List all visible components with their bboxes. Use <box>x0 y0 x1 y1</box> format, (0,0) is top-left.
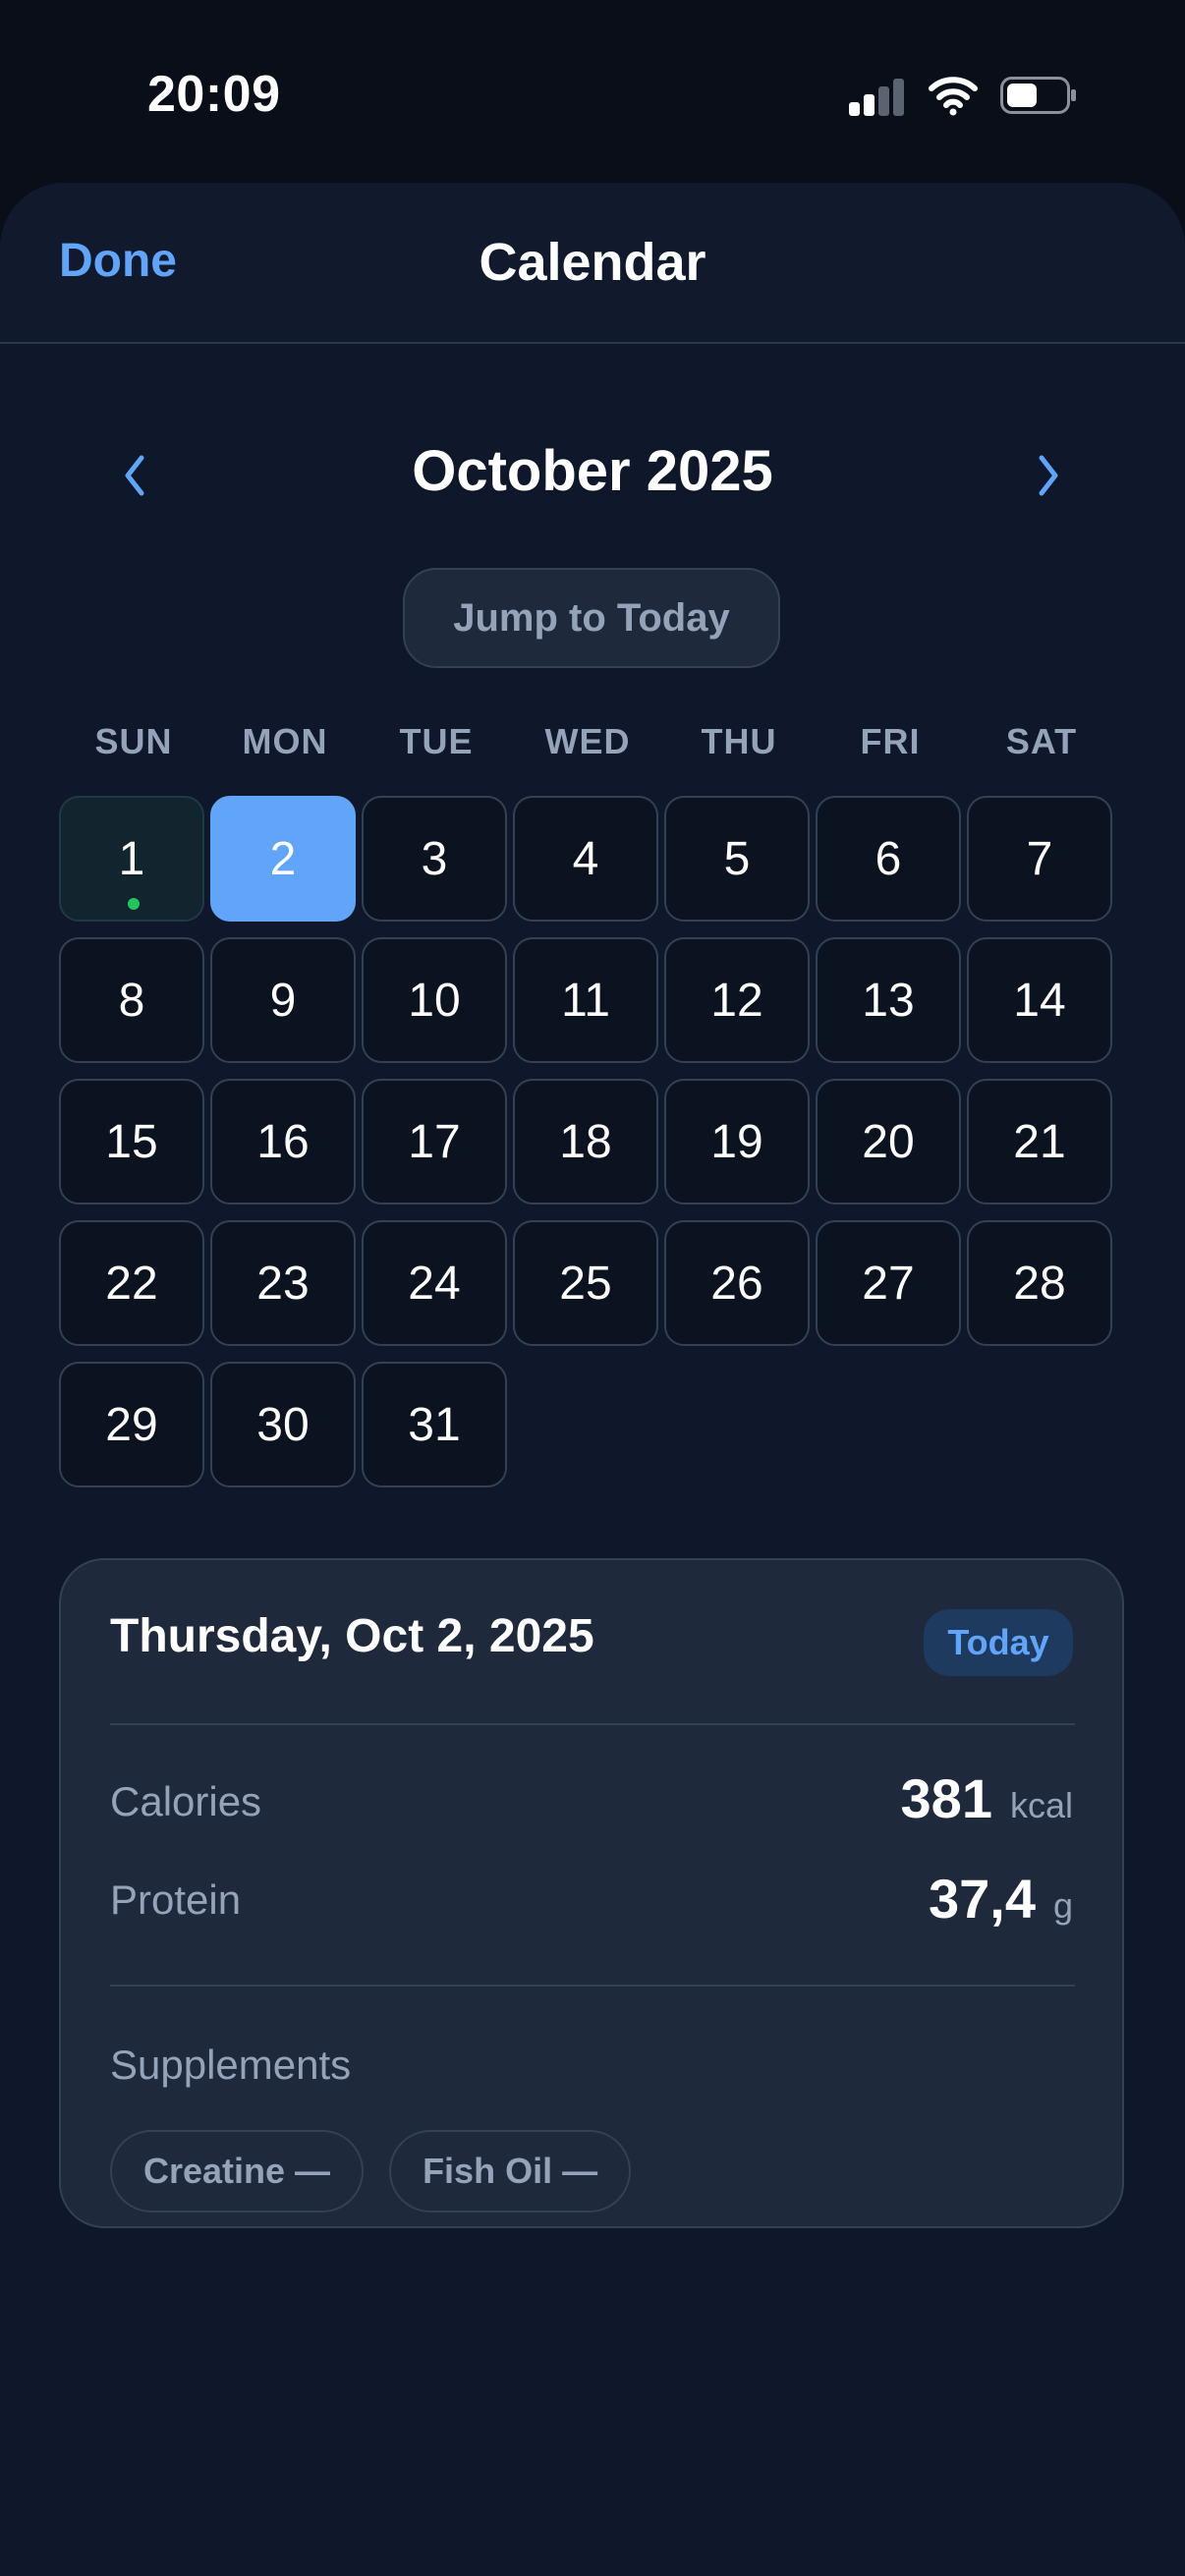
next-month-button[interactable] <box>1018 446 1077 505</box>
jump-to-today-button[interactable]: Jump to Today <box>403 568 780 668</box>
status-bar: 20:09 <box>0 0 1185 182</box>
weekday-header: SUN MON TUE WED THU FRI SAT <box>59 721 1120 770</box>
calendar-grid: 1 2 3 4 5 6 7 8 9 10 11 12 13 14 15 16 17 18 19 20 21 22 23 24 2… <box>59 796 1132 1523</box>
calendar-day[interactable]: 9 <box>210 937 356 1063</box>
supplement-chip-creatine[interactable]: Creatine — <box>110 2130 365 2212</box>
supplement-chip-fish-oil[interactable]: Fish Oil — <box>389 2130 632 2212</box>
calendar-day[interactable]: 17 <box>362 1079 507 1204</box>
calendar-day[interactable]: 3 <box>362 796 507 922</box>
protein-number: 37,4 <box>928 1868 1036 1930</box>
protein-label: Protein <box>110 1876 242 1923</box>
status-time: 20:09 <box>147 66 281 123</box>
weekday-label: SUN <box>94 721 173 761</box>
supplements-label: Supplements <box>110 2042 352 2088</box>
calendar-day[interactable]: 29 <box>59 1362 204 1487</box>
calendar-day[interactable]: 1 <box>59 796 204 922</box>
calories-unit: kcal <box>1009 1785 1073 1825</box>
calendar-day[interactable]: 23 <box>210 1220 356 1346</box>
calendar-day[interactable]: 25 <box>513 1220 658 1346</box>
calendar-day[interactable]: 27 <box>816 1220 961 1346</box>
calendar-day[interactable]: 16 <box>210 1079 356 1204</box>
calendar-day[interactable]: 31 <box>362 1362 507 1487</box>
calories-number: 381 <box>900 1767 992 1829</box>
day-summary-card: Thursday, Oct 2, 2025 Today Calories 381… <box>59 1558 1124 2228</box>
calendar-day[interactable]: 10 <box>362 937 507 1063</box>
protein-unit: g <box>1052 1885 1073 1926</box>
supplement-chips: Creatine — Fish Oil — <box>110 2130 632 2212</box>
calendar-sheet: Done Calendar October 2025 Jump to Today… <box>0 183 1185 2576</box>
nav-bar: Done Calendar <box>0 183 1185 344</box>
calendar-day[interactable]: 6 <box>816 796 961 922</box>
calendar-day[interactable]: 4 <box>513 796 658 922</box>
divider <box>110 1723 1075 1725</box>
weekday-label: MON <box>242 721 328 761</box>
calendar-day[interactable]: 21 <box>967 1079 1112 1204</box>
calendar-day[interactable]: 22 <box>59 1220 204 1346</box>
weekday-label: SAT <box>1005 721 1078 761</box>
calories-value: 381 kcal <box>901 1766 1073 1830</box>
calendar-day[interactable]: 26 <box>664 1220 810 1346</box>
calendar-day[interactable]: 24 <box>362 1220 507 1346</box>
today-badge: Today <box>924 1609 1073 1676</box>
calendar-day[interactable]: 7 <box>967 796 1112 922</box>
calendar-day[interactable]: 8 <box>59 937 204 1063</box>
calendar-day[interactable]: 18 <box>513 1079 658 1204</box>
wifi-icon <box>929 77 978 116</box>
month-title: October 2025 <box>412 439 773 503</box>
chevron-right-icon <box>1039 455 1058 496</box>
calories-label: Calories <box>110 1778 262 1824</box>
divider <box>110 1985 1075 1987</box>
calendar-day[interactable]: 12 <box>664 937 810 1063</box>
weekday-label: THU <box>701 721 777 761</box>
calendar-day[interactable]: 30 <box>210 1362 356 1487</box>
page-title: Calendar <box>479 233 706 292</box>
calendar-day[interactable]: 2 <box>210 796 356 922</box>
calendar-day[interactable]: 15 <box>59 1079 204 1204</box>
calendar-day[interactable]: 20 <box>816 1079 961 1204</box>
calendar-day[interactable]: 19 <box>664 1079 810 1204</box>
protein-value: 37,4 g <box>929 1867 1073 1931</box>
calendar-day[interactable]: 5 <box>664 796 810 922</box>
cellular-signal-icon <box>849 77 906 116</box>
calendar-day[interactable]: 11 <box>513 937 658 1063</box>
weekday-label: FRI <box>860 721 921 761</box>
calendar-day[interactable]: 28 <box>967 1220 1112 1346</box>
logged-indicator-dot <box>128 898 140 910</box>
month-header: October 2025 <box>0 428 1185 527</box>
selected-date: Thursday, Oct 2, 2025 <box>110 1610 594 1662</box>
calendar-day[interactable]: 14 <box>967 937 1112 1063</box>
weekday-label: TUE <box>399 721 474 761</box>
calendar-day[interactable]: 13 <box>816 937 961 1063</box>
weekday-label: WED <box>544 721 631 761</box>
battery-icon <box>1000 77 1076 114</box>
